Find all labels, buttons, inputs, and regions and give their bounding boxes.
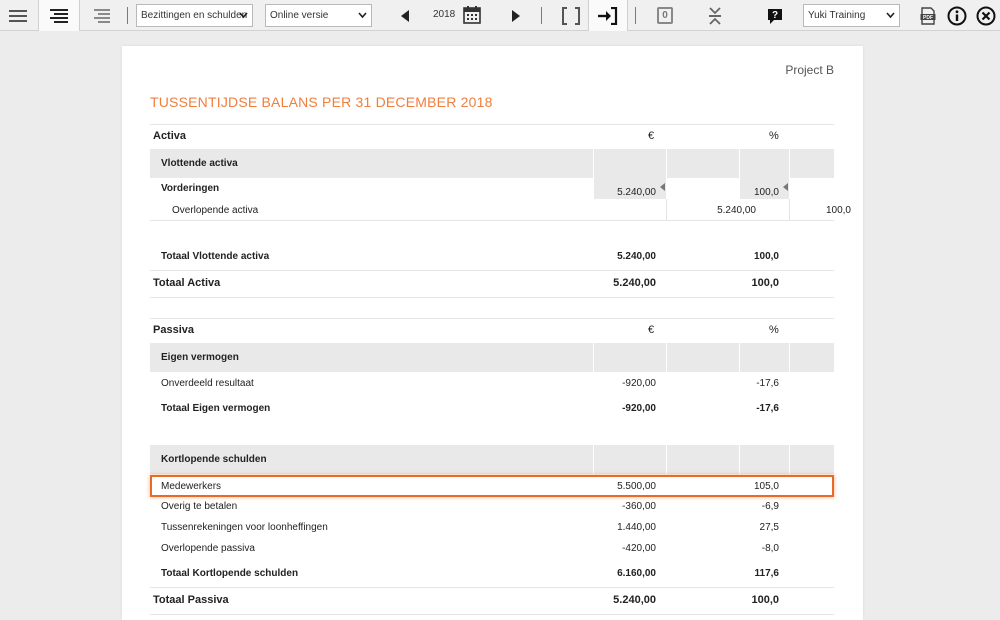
account-label: Overlopende activa xyxy=(172,204,259,216)
toolbar-divider xyxy=(127,7,128,24)
administration-select-value: Yuki Training xyxy=(808,10,866,21)
account-label: Tussenrekeningen voor loonheffingen xyxy=(161,521,328,533)
account-label: Overig te betalen xyxy=(161,500,238,512)
account-row[interactable]: Onverdeeld resultaat -920,00 -17,6 xyxy=(150,373,834,393)
group-total-label: Totaal Kortlopende schulden xyxy=(161,567,299,579)
align-right-icon[interactable] xyxy=(38,0,80,31)
help-icon[interactable]: ? xyxy=(764,5,786,26)
svg-text:PDF: PDF xyxy=(923,15,933,21)
activa-header-row: Activa € % xyxy=(150,126,834,146)
expand-brackets-icon[interactable] xyxy=(559,5,583,26)
account-value: 1.440,00 xyxy=(617,521,656,533)
pdf-icon[interactable]: PDF xyxy=(918,5,938,26)
passiva-heading: Passiva xyxy=(153,324,194,336)
group-total-value: 5.240,00 xyxy=(617,250,656,262)
grand-total-label: Totaal Activa xyxy=(153,277,221,289)
account-row[interactable]: Tussenrekeningen voor loonheffingen 1.44… xyxy=(150,518,834,536)
euro-column-header: € xyxy=(648,324,655,336)
group-label: Eigen vermogen xyxy=(161,352,239,363)
account-row[interactable]: Overlopende activa 5.240,00 100,0 xyxy=(150,200,851,220)
passiva-header-row: Passiva € % xyxy=(150,320,834,340)
group-label: Kortlopende schulden xyxy=(161,454,267,465)
collapse-arrow-icon[interactable] xyxy=(783,183,788,191)
group-header-row[interactable]: Kortlopende schulden xyxy=(150,445,834,474)
zero-balance-toggle[interactable]: 0 xyxy=(657,7,673,24)
group-total-percent: 100,0 xyxy=(753,250,779,262)
export-arrow-icon[interactable] xyxy=(588,0,628,31)
grand-total-row: Totaal Passiva 5.240,00 100,0 xyxy=(150,589,834,611)
account-value: 5.240,00 xyxy=(717,204,756,216)
account-percent: 27,5 xyxy=(759,521,779,533)
view-select-value: Bezittingen en schulden xyxy=(141,10,248,21)
group-total-row: Totaal Kortlopende schulden 6.160,00 117… xyxy=(150,563,834,583)
percent-column-header: % xyxy=(769,324,779,336)
account-value: -360,00 xyxy=(622,500,656,512)
align-right-alt-icon[interactable] xyxy=(90,7,112,25)
row-highlight-box xyxy=(150,475,834,497)
svg-text:?: ? xyxy=(772,10,778,21)
next-year-icon[interactable] xyxy=(507,8,525,24)
subgroup-row[interactable]: Vorderingen 5.240,00 100,0 xyxy=(150,178,834,199)
account-label: Overlopende passiva xyxy=(161,542,255,554)
view-select[interactable]: Bezittingen en schulden xyxy=(136,4,253,27)
grand-total-label: Totaal Passiva xyxy=(153,594,229,606)
account-value: -420,00 xyxy=(622,542,656,554)
subgroup-label: Vorderingen xyxy=(161,183,220,194)
divider xyxy=(150,124,834,125)
grand-total-value: 5.240,00 xyxy=(613,277,656,289)
close-icon[interactable] xyxy=(975,5,997,26)
percent-column-header: % xyxy=(769,130,779,142)
account-row[interactable]: Overlopende passiva -420,00 -8,0 xyxy=(150,539,834,557)
previous-year-icon[interactable] xyxy=(396,8,414,24)
collapse-arrow-icon[interactable] xyxy=(660,183,665,191)
account-percent: -6,9 xyxy=(761,500,779,512)
group-total-percent: 117,6 xyxy=(754,567,779,579)
toolbar: Bezittingen en schulden Online versie 20… xyxy=(0,0,1000,31)
chevron-down-icon xyxy=(239,9,248,24)
group-header-row[interactable]: Eigen vermogen xyxy=(150,343,834,372)
grand-total-value: 5.240,00 xyxy=(613,594,656,606)
group-total-value: 6.160,00 xyxy=(617,567,656,579)
account-percent: -8,0 xyxy=(761,542,779,554)
group-total-percent: -17,6 xyxy=(756,402,779,414)
grand-total-row: Totaal Activa 5.240,00 100,0 xyxy=(150,272,834,294)
euro-column-header: € xyxy=(648,130,655,142)
info-icon[interactable] xyxy=(946,5,968,26)
account-percent: -17,6 xyxy=(756,377,779,389)
chevron-down-icon xyxy=(886,9,895,24)
chevron-down-icon xyxy=(358,9,367,24)
account-value: -920,00 xyxy=(622,377,656,389)
group-total-label: Totaal Eigen vermogen xyxy=(161,402,271,414)
project-label: Project B xyxy=(785,63,834,77)
group-header-row[interactable]: Vlottende activa xyxy=(150,149,834,178)
group-total-row: Totaal Vlottende activa 5.240,00 100,0 xyxy=(150,246,834,266)
collapse-icon[interactable] xyxy=(706,5,724,26)
account-label: Onverdeeld resultaat xyxy=(161,377,254,389)
group-total-label: Totaal Vlottende activa xyxy=(161,250,270,262)
year-label: 2018 xyxy=(433,9,456,20)
toolbar-divider xyxy=(541,7,542,24)
report-page: Project B TUSSENTIJDSE BALANS PER 31 DEC… xyxy=(122,46,863,620)
administration-select[interactable]: Yuki Training xyxy=(803,4,900,27)
activa-heading: Activa xyxy=(153,130,187,142)
version-select[interactable]: Online versie xyxy=(265,4,372,27)
grand-total-percent: 100,0 xyxy=(751,277,779,289)
group-label: Vlottende activa xyxy=(161,158,238,169)
version-select-value: Online versie xyxy=(270,10,329,21)
report-title: TUSSENTIJDSE BALANS PER 31 DECEMBER 2018 xyxy=(150,94,493,110)
account-row[interactable]: Overig te betalen -360,00 -6,9 xyxy=(150,497,834,515)
group-total-row: Totaal Eigen vermogen -920,00 -17,6 xyxy=(150,398,834,418)
menu-icon[interactable] xyxy=(8,7,28,25)
account-percent: 100,0 xyxy=(825,204,851,216)
toolbar-divider xyxy=(635,7,636,24)
grand-total-percent: 100,0 xyxy=(751,594,779,606)
calendar-icon[interactable] xyxy=(462,5,482,25)
group-total-value: -920,00 xyxy=(622,402,656,414)
